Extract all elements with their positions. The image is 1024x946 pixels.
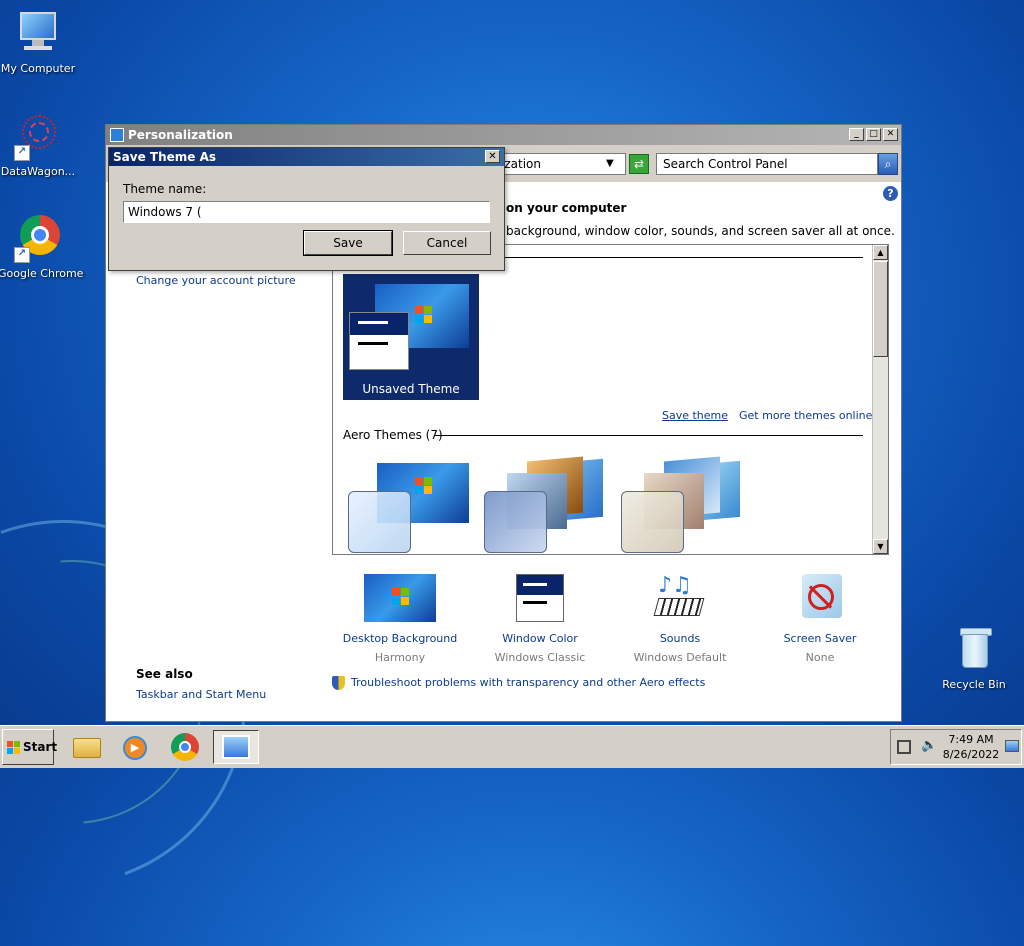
aero-theme-nature[interactable] xyxy=(618,455,748,554)
taskbar-start-menu-link[interactable]: Taskbar and Start Menu xyxy=(136,688,266,701)
desktop-background-option[interactable]: Desktop Background Harmony xyxy=(335,574,465,664)
aero-themes-heading: Aero Themes (7) xyxy=(343,428,443,442)
theme-name-label: Theme name: xyxy=(123,182,207,196)
volume-icon[interactable]: 🔈 xyxy=(921,738,937,753)
section-divider xyxy=(435,435,863,436)
recycle-bin-icon xyxy=(950,626,998,674)
chevron-down-icon[interactable]: ▼ xyxy=(606,153,614,175)
glass-preview xyxy=(348,491,411,553)
themes-scrollbar[interactable]: ▲ ▼ xyxy=(872,245,888,554)
windows-logo-icon xyxy=(415,477,433,495)
sounds-option[interactable]: ♪♫ Sounds Windows Default xyxy=(615,574,745,665)
desktop-icon-label: My Computer xyxy=(0,62,76,75)
desktop-icon-label: Google Chrome xyxy=(0,267,84,280)
sounds-icon: ♪♫ xyxy=(644,574,716,622)
glass-preview xyxy=(621,491,684,553)
troubleshoot-link[interactable]: Troubleshoot problems with transparency … xyxy=(332,676,705,690)
maximize-button[interactable]: □ xyxy=(866,128,881,141)
shortcut-arrow-icon: ↗ xyxy=(14,145,30,161)
control-panel-icon xyxy=(222,735,250,759)
aero-theme-windows7[interactable] xyxy=(345,455,475,554)
theme-label: Unsaved Theme xyxy=(362,382,460,396)
window-color-icon xyxy=(504,574,576,622)
option-value: Windows Default xyxy=(633,651,727,664)
chrome-icon: ↗ xyxy=(14,215,62,263)
themes-list[interactable]: Unsaved Theme Save theme Get more themes… xyxy=(332,244,889,555)
scroll-down-icon[interactable]: ▼ xyxy=(873,539,888,554)
screen-saver-icon xyxy=(784,574,856,622)
shortcut-arrow-icon: ↗ xyxy=(14,247,30,263)
media-player-icon: ▶ xyxy=(123,736,147,760)
troubleshoot-text: Troubleshoot problems with transparency … xyxy=(351,676,706,689)
theme-name-input[interactable] xyxy=(123,201,490,223)
refresh-icon[interactable]: ⇄ xyxy=(629,154,649,174)
help-icon[interactable]: ? xyxy=(883,186,898,201)
page-heading: on your computer xyxy=(506,201,627,215)
save-theme-dialog[interactable]: Save Theme As ✕ Theme name: Save Cancel xyxy=(108,147,505,271)
clock-date: 8/26/2022 xyxy=(942,748,1000,761)
save-theme-link[interactable]: Save theme xyxy=(662,409,728,422)
window-controls: _ □ ✕ xyxy=(849,128,898,141)
computer-icon xyxy=(14,10,62,58)
desktop-icon-google-chrome[interactable]: ↗ Google Chrome xyxy=(0,215,84,281)
cancel-button[interactable]: Cancel xyxy=(403,231,491,255)
desktop-icon-recycle-bin[interactable]: Recycle Bin xyxy=(934,626,1014,692)
option-title: Window Color xyxy=(502,632,578,645)
windows-logo-icon xyxy=(415,306,433,324)
window-title: Personalization xyxy=(128,128,233,142)
option-value: Harmony xyxy=(374,651,426,664)
dialog-title: Save Theme As xyxy=(109,148,504,166)
get-more-themes-link[interactable]: Get more themes online xyxy=(739,409,872,422)
folder-icon xyxy=(73,738,101,758)
minimize-button[interactable]: _ xyxy=(849,128,864,141)
system-tray: 🔈 7:49 AM 8/26/2022 xyxy=(890,729,1022,765)
control-panel-icon xyxy=(110,128,124,142)
taskbar-control-panel-button[interactable] xyxy=(213,730,259,764)
option-title: Sounds xyxy=(659,632,701,645)
change-account-picture-link[interactable]: Change your account picture xyxy=(136,274,296,287)
option-title: Desktop Background xyxy=(342,632,458,645)
search-icon[interactable]: ⌕ xyxy=(878,153,898,175)
window-color-option[interactable]: Window Color Windows Classic xyxy=(475,574,605,664)
option-title: Screen Saver xyxy=(783,632,857,645)
window-preview xyxy=(349,312,409,370)
network-icon[interactable] xyxy=(897,740,911,754)
aero-theme-architecture[interactable] xyxy=(481,455,611,554)
scroll-up-icon[interactable]: ▲ xyxy=(873,245,888,260)
taskbar-explorer-button[interactable] xyxy=(67,730,107,764)
theme-unsaved[interactable]: Unsaved Theme xyxy=(343,274,479,400)
start-label: Start xyxy=(23,740,58,754)
show-desktop-icon[interactable] xyxy=(1005,740,1019,752)
taskbar-chrome-button[interactable] xyxy=(165,730,205,764)
option-value: None xyxy=(805,651,835,664)
datawagon-icon: ↗ xyxy=(14,113,62,161)
taskbar-media-player-button[interactable]: ▶ xyxy=(115,730,155,764)
option-value: Windows Classic xyxy=(494,651,586,664)
screen-saver-option[interactable]: Screen Saver None xyxy=(755,574,885,664)
desktop-icon-label: Recycle Bin xyxy=(942,678,1006,691)
page-description: background, window color, sounds, and sc… xyxy=(506,224,895,238)
window-titlebar[interactable]: Personalization xyxy=(106,125,901,145)
search-input[interactable]: Search Control Panel xyxy=(656,153,878,175)
windows-flag-icon xyxy=(7,741,20,754)
desktop-icon-datawagon[interactable]: ↗ DataWagon... xyxy=(0,113,78,179)
clock[interactable]: 7:49 AM 8/26/2022 xyxy=(941,732,1001,762)
desktop-background-icon xyxy=(364,574,436,622)
close-button[interactable]: ✕ xyxy=(883,128,898,141)
see-also-heading: See also xyxy=(136,667,193,681)
start-button[interactable]: Start xyxy=(2,729,58,765)
scroll-thumb[interactable] xyxy=(873,261,888,357)
clock-time: 7:49 AM xyxy=(948,733,994,746)
desktop-icon-label: DataWagon... xyxy=(0,165,76,178)
taskbar: Start ▶ 🔈 7:49 AM 8/26/2022 xyxy=(0,725,1024,768)
save-button[interactable]: Save xyxy=(303,230,393,256)
desktop-icon-my-computer[interactable]: My Computer xyxy=(0,10,78,76)
dialog-close-button[interactable]: ✕ xyxy=(485,150,500,163)
glass-preview xyxy=(484,491,547,553)
shield-icon xyxy=(332,676,345,690)
